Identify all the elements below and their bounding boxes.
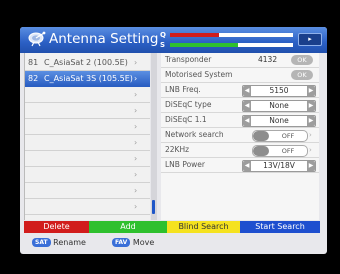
- list-item[interactable]: ›: [25, 151, 150, 167]
- satellite-name: C_AsiaSat 3S (105.5E): [44, 74, 133, 83]
- setting-label: LNB Power: [165, 160, 205, 169]
- chevron-right-icon: ›: [134, 170, 138, 179]
- chevron-right-icon: ›: [134, 202, 138, 211]
- quality-bar-fill: [170, 33, 220, 37]
- satellite-number: 81: [28, 58, 39, 67]
- motorised-ok-button[interactable]: OK: [291, 70, 313, 80]
- setting-label: DiSEqC type: [165, 100, 212, 109]
- color-button-bar: Delete Add Blind Search Start Search: [24, 221, 320, 233]
- rename-label: Rename: [53, 238, 86, 247]
- diseqc-type-selector[interactable]: ◀ None ▶: [242, 100, 316, 112]
- chevron-right-icon: ›: [134, 90, 138, 99]
- quality-label: Q: [160, 31, 166, 39]
- setting-diseqc-type[interactable]: DiSEqC type ◀ None ▶: [161, 98, 319, 113]
- strength-label: S: [160, 41, 166, 49]
- lnb-freq-value: 5150: [269, 86, 289, 95]
- quality-bar: [170, 33, 293, 37]
- antenna-setting-screen: Antenna Setting Q S ▸ 81 C_AsiaSat 2 (100…: [20, 27, 327, 254]
- page-title: Antenna Setting: [49, 31, 159, 47]
- list-item[interactable]: ›: [25, 167, 150, 183]
- lnb-power-selector[interactable]: ◀ 13V/18V ▶: [242, 160, 316, 172]
- setting-network-search[interactable]: Network search OFF ›: [161, 128, 319, 143]
- diseqc-1-1-selector[interactable]: ◀ None ▶: [242, 115, 316, 127]
- list-item[interactable]: 82 C_AsiaSat 3S (105.5E) ›: [25, 71, 150, 87]
- satellite-number: 82: [28, 74, 39, 83]
- scrollbar[interactable]: [151, 53, 157, 220]
- move-label: Move: [132, 238, 155, 247]
- arrow-right-icon[interactable]: ▶: [307, 101, 315, 111]
- network-search-toggle[interactable]: OFF: [252, 130, 308, 142]
- move-hint: FAV Move: [112, 237, 154, 248]
- start-search-button[interactable]: Start Search: [240, 221, 320, 233]
- strength-bar-fill: [170, 43, 238, 47]
- arrow-right-icon[interactable]: ▶: [307, 116, 315, 126]
- arrow-left-icon[interactable]: ◀: [243, 161, 251, 171]
- strength-bar: [170, 43, 293, 47]
- arrow-left-icon[interactable]: ◀: [243, 116, 251, 126]
- delete-button[interactable]: Delete: [24, 221, 89, 233]
- lnb-power-value: 13V/18V: [263, 161, 295, 170]
- sat-key-icon: SAT: [32, 238, 51, 247]
- 22khz-toggle[interactable]: OFF: [252, 145, 308, 157]
- toggle-knob[interactable]: [253, 146, 269, 156]
- fav-key-icon: FAV: [112, 238, 131, 247]
- diseqc-type-value: None: [269, 101, 289, 110]
- satellite-list: 81 C_AsiaSat 2 (100.5E) › 82 C_AsiaSat 3S (1…: [24, 53, 150, 231]
- list-item[interactable]: ›: [25, 87, 150, 103]
- diseqc-1-1-value: None: [269, 116, 289, 125]
- list-item[interactable]: 81 C_AsiaSat 2 (100.5E) ›: [25, 55, 150, 71]
- setting-label: Motorised System: [165, 70, 233, 79]
- setting-lnb-power[interactable]: LNB Power ◀ 13V/18V ▶: [161, 158, 319, 173]
- setting-label: LNB Freq.: [165, 85, 201, 94]
- transponder-ok-button[interactable]: OK: [291, 55, 313, 65]
- setting-label: 22KHz: [165, 145, 190, 154]
- network-search-value: OFF: [281, 132, 295, 140]
- chevron-right-icon: ›: [309, 131, 312, 139]
- chevron-right-icon: ›: [134, 186, 138, 195]
- list-item[interactable]: ›: [25, 119, 150, 135]
- header-bar: Antenna Setting Q S ▸: [20, 27, 327, 53]
- setting-motorised-system[interactable]: Motorised System OK: [161, 68, 319, 83]
- setting-lnb-freq[interactable]: LNB Freq. ◀ 5150 ▶: [161, 83, 319, 98]
- setting-label: Network search: [165, 130, 224, 139]
- chevron-right-icon: ›: [134, 106, 138, 115]
- chevron-right-icon: ›: [309, 146, 312, 154]
- chevron-right-icon: ›: [134, 58, 138, 67]
- transponder-value: 4132: [258, 55, 278, 64]
- toggle-knob[interactable]: [253, 131, 269, 141]
- satellite-dish-icon: [28, 31, 46, 47]
- satellite-name: C_AsiaSat 2 (100.5E): [44, 58, 128, 67]
- list-item[interactable]: ›: [25, 103, 150, 119]
- chevron-right-icon: ›: [134, 74, 138, 83]
- lnb-freq-selector[interactable]: ◀ 5150 ▶: [242, 85, 316, 97]
- arrow-right-icon[interactable]: ▶: [307, 86, 315, 96]
- chevron-right-icon: ›: [134, 154, 138, 163]
- setting-22khz[interactable]: 22KHz OFF ›: [161, 143, 319, 158]
- 22khz-value: OFF: [281, 147, 295, 155]
- settings-panel: Transponder 4132 OK Motorised System OK …: [161, 53, 319, 220]
- chevron-right-icon: ›: [134, 122, 138, 131]
- arrow-right-icon[interactable]: ▶: [307, 161, 315, 171]
- nav-arrow-button[interactable]: ▸: [298, 33, 322, 46]
- add-button[interactable]: Add: [89, 221, 167, 233]
- list-item[interactable]: ›: [25, 199, 150, 215]
- chevron-right-icon: ›: [134, 138, 138, 147]
- setting-diseqc-1-1[interactable]: DiSEqC 1.1 ◀ None ▶: [161, 113, 319, 128]
- setting-label: DiSEqC 1.1: [165, 115, 207, 124]
- rename-hint: SAT Rename: [32, 237, 86, 248]
- list-item[interactable]: ›: [25, 183, 150, 199]
- arrow-left-icon[interactable]: ◀: [243, 101, 251, 111]
- list-item[interactable]: ›: [25, 135, 150, 151]
- setting-label: Transponder: [165, 55, 212, 64]
- setting-transponder[interactable]: Transponder 4132 OK: [161, 53, 319, 68]
- arrow-left-icon[interactable]: ◀: [243, 86, 251, 96]
- scrollbar-thumb[interactable]: [152, 200, 155, 214]
- blind-search-button[interactable]: Blind Search: [167, 221, 240, 233]
